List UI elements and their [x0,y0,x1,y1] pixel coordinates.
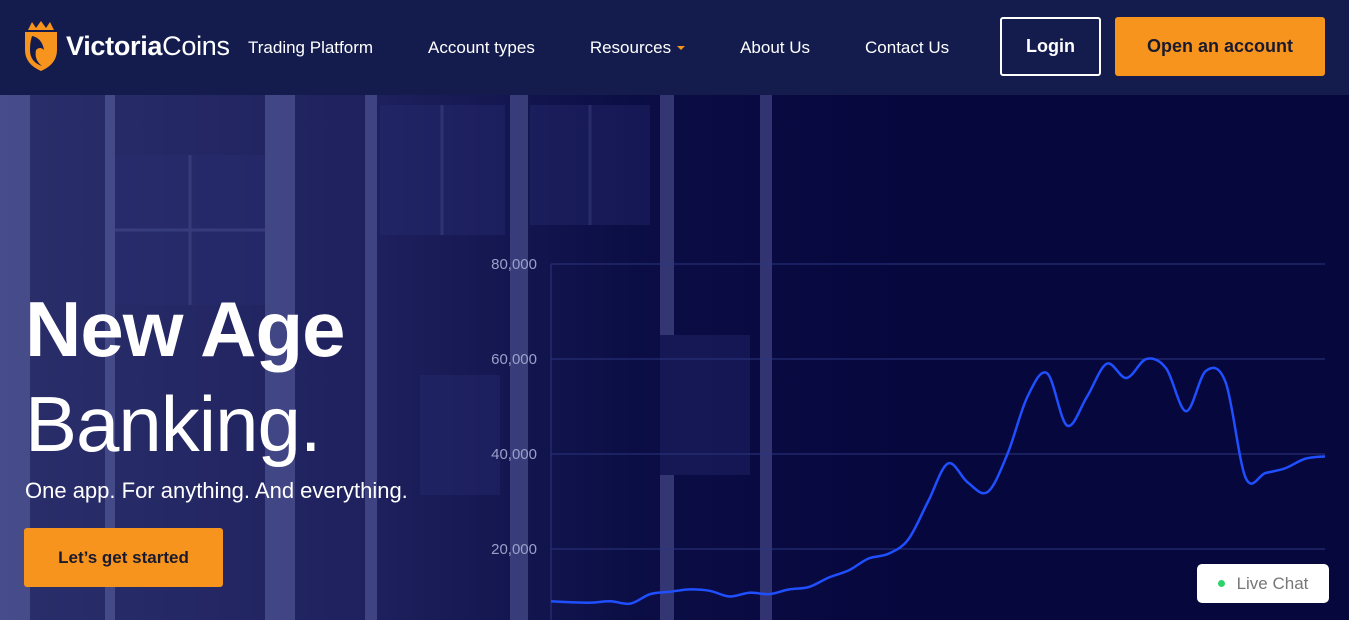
open-account-button[interactable]: Open an account [1115,17,1325,76]
nav-resources[interactable]: Resources [590,38,686,58]
hero-headline-bold: New Age [25,285,346,373]
nav-contact-us[interactable]: Contact Us [865,38,949,58]
y-tick-label: 40,000 [491,446,537,463]
brand-name: VictoriaCoins [66,30,230,61]
dropdown-caret-icon [677,45,686,50]
nav-trading-platform[interactable]: Trading Platform [248,38,373,58]
y-tick-label: 60,000 [491,351,537,368]
y-tick-label: 80,000 [491,256,537,273]
login-button[interactable]: Login [1000,17,1101,76]
hero-section: New Age Banking. One app. For anything. … [0,95,1349,620]
crown-shield-icon [25,21,57,71]
brand-logo[interactable]: VictoriaCoins [22,20,230,72]
top-navbar: VictoriaCoins Trading Platform Account t… [0,0,1349,95]
hero-tagline: One app. For anything. And everything. [25,478,408,503]
online-status-dot [1217,580,1225,587]
nav-about-us[interactable]: About Us [740,38,810,58]
nav-account-types[interactable]: Account types [428,38,535,58]
get-started-button[interactable]: Let’s get started [24,528,223,587]
y-tick-label: 20,000 [491,541,537,558]
live-chat-widget[interactable]: Live Chat [1197,564,1329,603]
live-chat-label: Live Chat [1236,573,1309,593]
hero-headline-regular: Banking. [25,380,322,468]
main-nav: Trading Platform Account types Resources… [248,0,1004,95]
